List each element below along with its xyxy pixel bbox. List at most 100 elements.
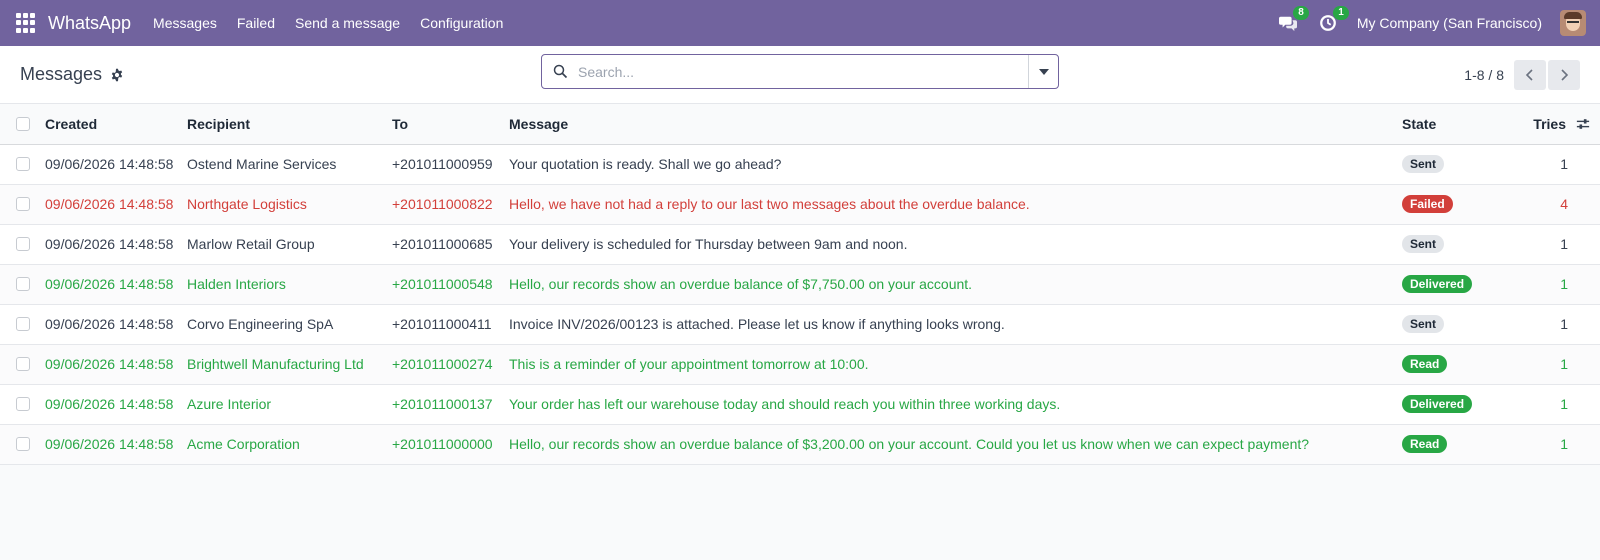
cell-state: Sent: [1402, 304, 1510, 345]
cell-recipient: Azure Interior: [187, 384, 392, 425]
top-navbar: WhatsApp Messages Failed Send a message …: [0, 0, 1600, 46]
row-checkbox[interactable]: [16, 317, 30, 331]
messaging-menu[interactable]: 8: [1277, 6, 1309, 34]
cell-state: Read: [1402, 344, 1510, 385]
status-badge: Read: [1402, 435, 1448, 453]
menu-send-a-message[interactable]: Send a message: [285, 0, 410, 46]
column-header-recipient[interactable]: Recipient: [187, 104, 392, 145]
table-row[interactable]: 09/06/2026 14:48:58 Ostend Marine Service…: [0, 144, 1600, 185]
row-checkbox[interactable]: [16, 197, 30, 211]
cell-message: This is a reminder of your appointment t…: [509, 344, 1402, 385]
cell-created: 09/06/2026 14:48:58: [45, 344, 187, 385]
search-options-toggle[interactable]: [1028, 55, 1058, 88]
search-input[interactable]: [578, 55, 1028, 88]
cell-to: +201011000137: [392, 384, 509, 425]
status-badge: Sent: [1402, 315, 1445, 333]
row-select-cell: [0, 144, 45, 185]
table-row[interactable]: 09/06/2026 14:48:58 Acme Corporation +2010…: [0, 424, 1600, 465]
cell-to: +201011000959: [392, 144, 509, 185]
status-badge: Sent: [1402, 235, 1445, 253]
status-badge: Read: [1402, 355, 1448, 373]
cell-state: Failed: [1402, 184, 1510, 225]
cell-message: Hello, we have not had a reply to our la…: [509, 184, 1402, 225]
app-name[interactable]: WhatsApp: [48, 13, 131, 34]
cell-created: 09/06/2026 14:48:58: [45, 384, 187, 425]
cell-recipient: Northgate Logistics: [187, 184, 392, 225]
column-header-tries-label: Tries: [1533, 115, 1566, 132]
activities-menu[interactable]: 1: [1317, 6, 1349, 34]
row-select-cell: [0, 344, 45, 385]
cell-to: +201011000685: [392, 224, 509, 265]
status-badge: Delivered: [1402, 275, 1473, 293]
row-checkbox[interactable]: [16, 237, 30, 251]
table-row[interactable]: 09/06/2026 14:48:58 Halden Interiors +2010…: [0, 264, 1600, 305]
user-avatar[interactable]: [1560, 10, 1586, 36]
row-checkbox[interactable]: [16, 357, 30, 371]
table-row[interactable]: 09/06/2026 14:48:58 Azure Interior +201011…: [0, 384, 1600, 425]
table-row[interactable]: 09/06/2026 14:48:58 Marlow Retail Group +2…: [0, 224, 1600, 265]
row-select-cell: [0, 304, 45, 345]
cell-tries: 1: [1510, 304, 1600, 345]
search-bar: [541, 54, 1059, 89]
company-switcher[interactable]: My Company (San Francisco): [1357, 15, 1542, 31]
pager-previous-button[interactable]: [1514, 59, 1546, 90]
cell-state: Delivered: [1402, 384, 1510, 425]
cell-state: Sent: [1402, 224, 1510, 265]
select-all-checkbox[interactable]: [16, 116, 30, 131]
row-checkbox[interactable]: [16, 157, 30, 171]
cell-to: +201011000548: [392, 264, 509, 305]
row-select-cell: [0, 224, 45, 265]
cell-recipient: Acme Corporation: [187, 424, 392, 465]
messages-count-badge: 8: [1293, 6, 1309, 20]
cell-tries: 1: [1510, 384, 1600, 425]
cell-message: Your delivery is scheduled for Thursday …: [509, 224, 1402, 265]
cell-state: Read: [1402, 424, 1510, 465]
cell-message: Hello, our records show an overdue balan…: [509, 264, 1402, 305]
control-panel: Messages 1-8 / 8: [0, 46, 1600, 104]
row-checkbox[interactable]: [16, 437, 30, 451]
cell-tries: 1: [1510, 144, 1600, 185]
cell-to: +201011000274: [392, 344, 509, 385]
cell-message: Your order has left our warehouse today …: [509, 384, 1402, 425]
cell-created: 09/06/2026 14:48:58: [45, 224, 187, 265]
pager: 1-8 / 8: [1464, 59, 1580, 90]
cell-recipient: Brightwell Manufacturing Ltd: [187, 344, 392, 385]
activities-count-badge: 1: [1333, 6, 1349, 20]
cell-message: Hello, our records show an overdue balan…: [509, 424, 1402, 465]
table-row[interactable]: 09/06/2026 14:48:58 Brightwell Manufactur…: [0, 344, 1600, 385]
cell-to: +201011000000: [392, 424, 509, 465]
select-all-cell: [0, 104, 45, 145]
column-header-created[interactable]: Created: [45, 104, 187, 145]
cell-created: 09/06/2026 14:48:58: [45, 264, 187, 305]
status-badge: Sent: [1402, 155, 1445, 173]
row-select-cell: [0, 384, 45, 425]
menu-messages[interactable]: Messages: [143, 0, 227, 46]
row-select-cell: [0, 424, 45, 465]
column-header-to[interactable]: To: [392, 104, 509, 145]
optional-columns-icon[interactable]: [1576, 117, 1590, 131]
cell-recipient: Halden Interiors: [187, 264, 392, 305]
cell-recipient: Corvo Engineering SpA: [187, 304, 392, 345]
row-checkbox[interactable]: [16, 277, 30, 291]
column-header-tries[interactable]: Tries: [1510, 104, 1600, 145]
cell-state: Sent: [1402, 144, 1510, 185]
breadcrumb: Messages: [20, 64, 124, 85]
cell-tries: 1: [1510, 224, 1600, 265]
cell-tries: 1: [1510, 344, 1600, 385]
menu-failed[interactable]: Failed: [227, 0, 285, 46]
gear-icon[interactable]: [110, 68, 124, 82]
status-badge: Delivered: [1402, 395, 1473, 413]
column-header-message[interactable]: Message: [509, 104, 1402, 145]
cell-created: 09/06/2026 14:48:58: [45, 144, 187, 185]
table-row[interactable]: 09/06/2026 14:48:58 Northgate Logistics +2…: [0, 184, 1600, 225]
chevron-left-icon: [1525, 68, 1533, 81]
table-row[interactable]: 09/06/2026 14:48:58 Corvo Engineering SpA…: [0, 304, 1600, 345]
pager-value[interactable]: 1-8 / 8: [1464, 67, 1504, 83]
menu-configuration[interactable]: Configuration: [410, 0, 513, 46]
pager-next-button[interactable]: [1548, 59, 1580, 90]
apps-menu-icon[interactable]: [16, 13, 36, 33]
row-checkbox[interactable]: [16, 397, 30, 411]
column-header-state[interactable]: State: [1402, 104, 1510, 145]
search-icon: [542, 64, 578, 79]
messages-table: Created Recipient To Message State Tries…: [0, 104, 1600, 465]
